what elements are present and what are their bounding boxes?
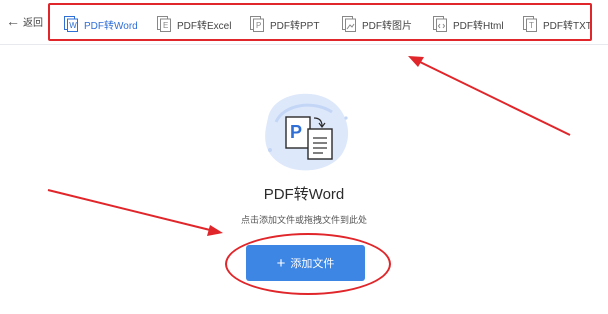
svg-text:P: P: [256, 21, 261, 30]
pdf-ppt-icon: P: [250, 16, 264, 32]
arrowhead-icon: [207, 225, 223, 236]
pdf-image-icon: [342, 16, 356, 32]
svg-text:P: P: [290, 122, 302, 142]
svg-text:W: W: [69, 21, 77, 30]
add-file-button[interactable]: + 添加文件: [246, 245, 365, 281]
pdf-html-icon: [433, 16, 447, 32]
back-label: 返回: [23, 17, 43, 29]
tab-pdf-to-html[interactable]: PDF转Html: [433, 4, 504, 44]
tab-pdf-to-txt[interactable]: T PDF转TXT: [523, 4, 592, 44]
page-title: PDF转Word: [263, 186, 345, 203]
drop-hint: 点击添加文件或拖拽文件到此处: [240, 215, 367, 225]
tab-pdf-to-excel[interactable]: E PDF转Excel: [157, 4, 231, 44]
add-file-label: 添加文件: [290, 258, 335, 270]
arrow-to-tabs: [419, 61, 571, 136]
tab-pdf-to-ppt[interactable]: P PDF转PPT: [250, 4, 319, 44]
arrowhead-icon: [408, 56, 424, 67]
svg-text:T: T: [529, 21, 534, 30]
pdf-txt-icon: T: [523, 16, 537, 32]
svg-text:E: E: [163, 21, 168, 30]
tab-label: PDF转PPT: [270, 20, 320, 32]
tab-pdf-to-word[interactable]: W PDF转Word: [64, 4, 138, 44]
pdf-excel-icon: E: [157, 16, 171, 32]
top-toolbar: ← 返回 W PDF转Word E PDF转Excel P PDF转PPT PD…: [0, 0, 608, 44]
tab-label: PDF转Word: [84, 20, 138, 32]
tab-label: PDF转TXT: [543, 20, 592, 32]
pdf-to-word-illustration: P: [265, 93, 349, 171]
tab-label: PDF转Html: [453, 20, 504, 32]
back-arrow-icon: ←: [6, 13, 20, 29]
tab-label: PDF转图片: [362, 20, 412, 32]
back-button[interactable]: ← 返回: [6, 11, 43, 31]
pdf-word-icon: W: [64, 16, 78, 32]
tab-pdf-to-image[interactable]: PDF转图片: [342, 4, 412, 44]
plus-icon: +: [276, 254, 286, 272]
tab-label: PDF转Excel: [177, 20, 232, 32]
active-tab-indicator: [57, 39, 143, 41]
toolbar-divider: [0, 44, 608, 45]
